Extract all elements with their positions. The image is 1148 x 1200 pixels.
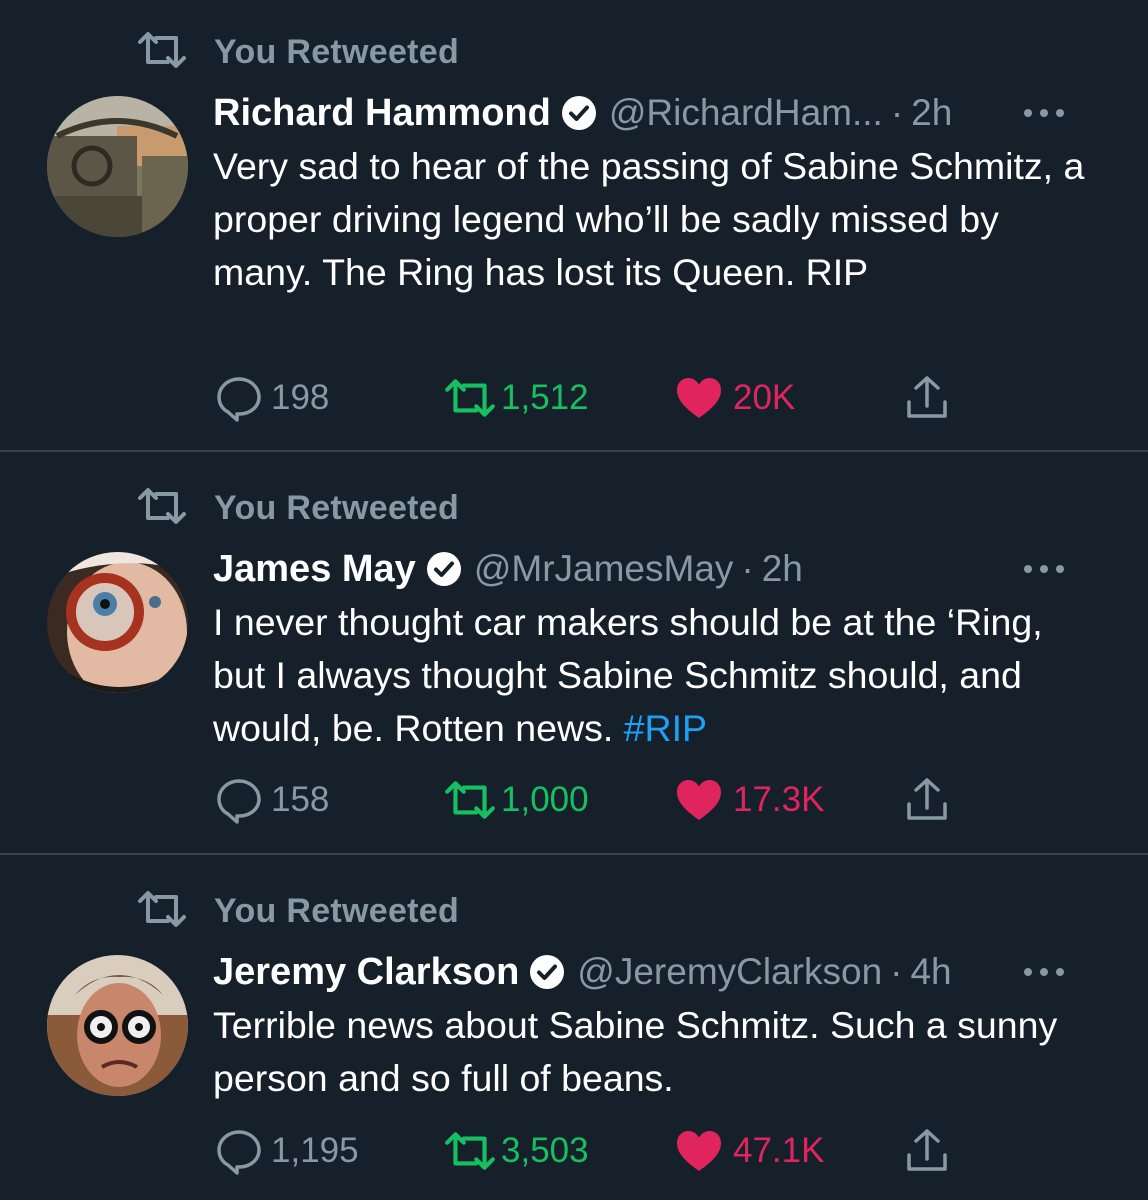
action-bar: 198 1,512 20K [215, 373, 975, 423]
share-button[interactable] [903, 1126, 951, 1176]
retweet-icon [443, 777, 497, 823]
verified-badge-icon [529, 954, 565, 990]
avatar[interactable] [47, 955, 188, 1096]
reply-count: 198 [271, 378, 330, 417]
tweet-jeremy-clarkson[interactable]: You Retweeted Jeremy Clarkson @JeremyCla… [0, 855, 1148, 1200]
like-count: 47.1K [733, 1131, 825, 1170]
share-icon [903, 374, 951, 422]
retweet-button[interactable]: 1,000 [443, 775, 589, 825]
more-icon[interactable] [1024, 966, 1064, 978]
reply-button[interactable]: 198 [215, 373, 329, 423]
retweet-count: 3,503 [501, 1131, 589, 1170]
reply-count: 158 [271, 780, 330, 819]
heart-icon [675, 376, 723, 420]
like-count: 20K [733, 378, 796, 417]
hashtag-link[interactable]: #RIP [624, 707, 707, 749]
display-name[interactable]: Richard Hammond [213, 92, 551, 135]
verified-badge-icon [561, 95, 597, 131]
heart-icon [675, 778, 723, 822]
more-icon[interactable] [1024, 107, 1064, 119]
user-handle[interactable]: @JeremyClarkson [577, 951, 882, 993]
more-icon[interactable] [1024, 563, 1064, 575]
tweet-header: Jeremy Clarkson @JeremyClarkson · 4h [213, 947, 1118, 997]
retweet-label: You Retweeted [214, 891, 460, 930]
timestamp[interactable]: 2h [911, 92, 952, 134]
retweet-context: You Retweeted [136, 30, 459, 74]
reply-icon [215, 776, 263, 824]
retweet-context: You Retweeted [136, 486, 459, 530]
like-button[interactable]: 20K [675, 373, 795, 423]
user-handle[interactable]: @MrJamesMay [474, 548, 734, 590]
retweet-count: 1,512 [501, 378, 589, 417]
share-icon [903, 1127, 951, 1175]
retweet-button[interactable]: 1,512 [443, 373, 589, 423]
tweet-header: Richard Hammond @RichardHam... · 2h [213, 88, 1118, 138]
share-button[interactable] [903, 775, 951, 825]
reply-button[interactable]: 1,195 [215, 1126, 359, 1176]
action-bar: 1,195 3,503 47.1K [215, 1126, 975, 1176]
like-count: 17.3K [733, 780, 825, 819]
display-name[interactable]: Jeremy Clarkson [213, 951, 519, 994]
retweet-icon [136, 887, 188, 936]
retweet-context: You Retweeted [136, 889, 459, 933]
action-bar: 158 1,000 17.3K [215, 775, 975, 825]
avatar[interactable] [47, 96, 188, 237]
avatar[interactable] [47, 552, 188, 693]
retweet-icon [136, 484, 188, 533]
separator-dot: · [890, 92, 904, 133]
user-handle[interactable]: @RichardHam... [609, 92, 883, 134]
separator-dot: · [890, 951, 903, 992]
tweet-text: Very sad to hear of the passing of Sabin… [213, 140, 1093, 299]
retweet-icon [443, 1128, 497, 1174]
retweet-count: 1,000 [501, 780, 589, 819]
tweet-header: James May @MrJamesMay · 2h [213, 544, 1118, 594]
like-button[interactable]: 17.3K [675, 775, 824, 825]
retweet-button[interactable]: 3,503 [443, 1126, 589, 1176]
tweet-richard-hammond[interactable]: You Retweeted Richard Hammond @RichardHa… [0, 0, 1148, 450]
heart-icon [675, 1129, 723, 1173]
retweet-icon [136, 28, 188, 77]
retweet-label: You Retweeted [214, 488, 460, 527]
reply-button[interactable]: 158 [215, 775, 329, 825]
share-icon [903, 776, 951, 824]
reply-icon [215, 374, 263, 422]
timestamp[interactable]: 2h [762, 548, 803, 590]
reply-count: 1,195 [271, 1131, 359, 1170]
tweet-body: Terrible news about Sabine Schmitz. Such… [213, 1004, 1058, 1099]
retweet-icon [443, 375, 497, 421]
tweet-text: Terrible news about Sabine Schmitz. Such… [213, 999, 1093, 1105]
tweet-james-may[interactable]: You Retweeted James May @MrJamesMay · 2h… [0, 452, 1148, 853]
like-button[interactable]: 47.1K [675, 1126, 824, 1176]
share-button[interactable] [903, 373, 951, 423]
timestamp[interactable]: 4h [910, 951, 951, 993]
retweet-label: You Retweeted [214, 32, 460, 71]
separator-dot: · [741, 548, 754, 589]
verified-badge-icon [426, 551, 462, 587]
display-name[interactable]: James May [213, 548, 416, 591]
reply-icon [215, 1127, 263, 1175]
tweet-text: I never thought car makers should be at … [213, 596, 1093, 755]
tweet-body: Very sad to hear of the passing of Sabin… [213, 145, 1085, 293]
